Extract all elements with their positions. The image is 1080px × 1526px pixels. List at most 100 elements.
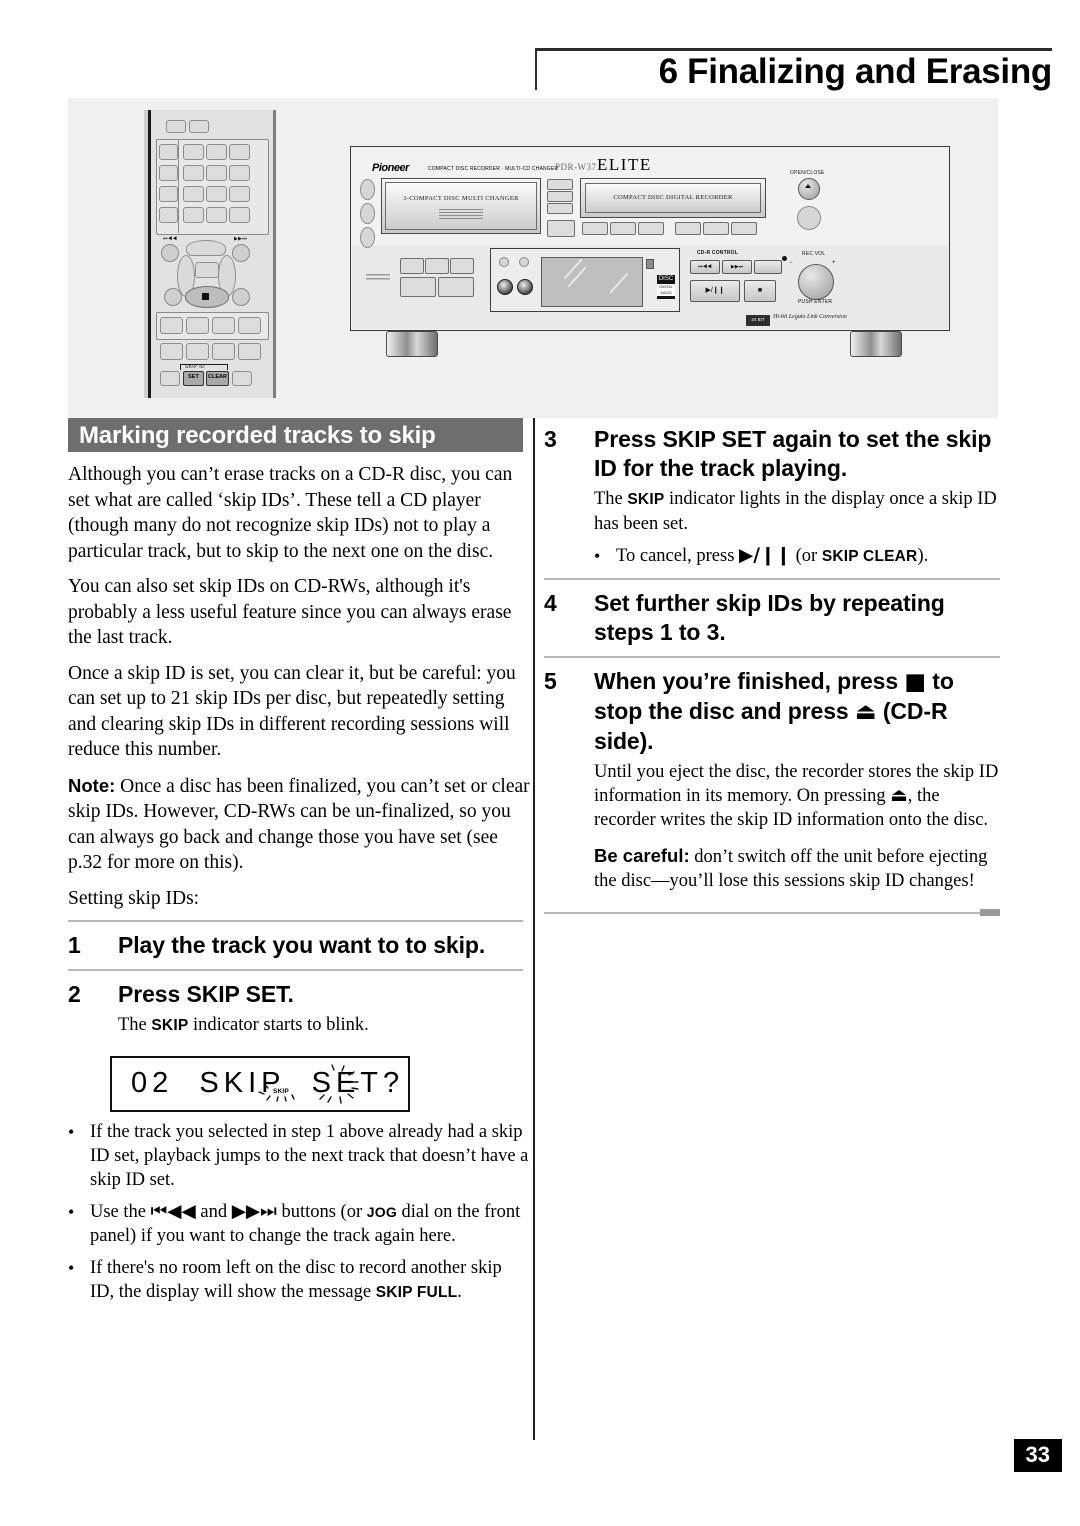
remote-skipid-aux-left <box>160 371 180 386</box>
changer-tray-inner: 3-COMPACT DISC MULTI CHANGER <box>385 182 537 230</box>
bullet-dot: • <box>68 1258 75 1278</box>
bullet-text: To cancel, press ▶/❙❙ (or SKIP CLEAR). <box>616 544 1000 569</box>
step-3-note: The SKIP indicator lights in the display… <box>594 487 1000 536</box>
step-3: 3 Press SKIP SET again to set the skip I… <box>544 425 1000 569</box>
step-1-number: 1 <box>68 932 81 958</box>
bullet-dot: • <box>68 1122 75 1142</box>
deck-panel-mini-btn <box>646 259 654 269</box>
lcd-glint-3 <box>609 272 629 294</box>
step-2-bullets: • If the track you selected in step 1 ab… <box>68 1120 530 1305</box>
note-paragraph: Note: Once a disc has been finalized, yo… <box>68 773 530 876</box>
deck-mid-button-4 <box>547 220 575 237</box>
deck-lcd-display <box>541 257 643 307</box>
rec-vol-minus: − <box>789 260 793 266</box>
deck-grille <box>366 274 390 282</box>
skip-indicator-term: SKIP <box>627 491 665 508</box>
remote-skipid-aux-right <box>232 371 252 386</box>
skip-forward-icon: ▶▶⏭ <box>234 236 248 242</box>
intro-paragraph-3: Once a skip ID is set, you can clear it,… <box>68 662 516 761</box>
deck-round-button <box>797 206 821 230</box>
step-3-bullet-mid: (or <box>791 546 822 566</box>
bullet-dot: • <box>68 1202 75 1222</box>
step-3-bullet-post: ). <box>917 546 929 566</box>
deck-lower-btn-5 <box>438 277 474 297</box>
section-title: Marking recorded tracks to skip <box>79 422 436 449</box>
rule-before-step-1 <box>68 920 523 922</box>
page-number-badge: 33 <box>1013 1439 1062 1472</box>
bullet-2-pre: Use the <box>90 1202 151 1222</box>
left-column: Marking recorded tracks to skip Although… <box>68 418 530 1305</box>
product-illustration: ⏮◀◀ ▶▶⏭ SKIP ID SET CLEAR Pioneer COMPAC… <box>68 98 998 418</box>
remote-control-illustration: ⏮◀◀ ▶▶⏭ SKIP ID SET CLEAR <box>138 110 288 398</box>
eject-icon <box>805 184 811 188</box>
remote-key-a3 <box>159 186 178 202</box>
step-5-title-pre: When you’re finished, press <box>594 668 905 694</box>
right-column: 3 Press SKIP SET again to set the skip I… <box>544 425 1000 893</box>
remote-key-e3 <box>229 207 250 223</box>
deck-brand-subtitle: COMPACT DISC RECORDER · MULTI-CD CHANGER <box>428 166 559 172</box>
hibit-text: Hi-bit Legato Link Conversion <box>773 314 847 320</box>
bullet-3-post: . <box>457 1282 462 1302</box>
remote-key-d1 <box>183 186 204 202</box>
step-2-number: 2 <box>68 981 81 1007</box>
rec-indicator-led <box>782 256 787 261</box>
remote-lower-key-2 <box>186 317 209 334</box>
remote-skip-id-bracket <box>180 364 228 370</box>
deck-panel-dot-1 <box>499 257 509 267</box>
remote-key-a4 <box>159 207 178 223</box>
remote-key-b1 <box>183 144 204 160</box>
remote-key-c1 <box>183 165 204 181</box>
deck-lower-btn-3 <box>450 258 474 274</box>
step-4: 4 Set further skip IDs by repeating step… <box>544 589 1000 647</box>
bullet-text: If the track you selected in step 1 abov… <box>90 1122 529 1190</box>
remote-key-b3 <box>229 144 250 160</box>
remote-lower-key-5 <box>160 343 183 360</box>
remote-cursor-up <box>186 240 226 256</box>
bullet-item: • If the track you selected in step 1 ab… <box>68 1120 530 1192</box>
step-3-number: 3 <box>544 426 557 452</box>
bullet-text: Use the ⏮◀◀ and ▶▶⏭ buttons (or JOG dial… <box>90 1200 530 1248</box>
changer-tray-label: 3-COMPACT DISC MULTI CHANGER <box>403 195 519 202</box>
deck-btn-r4 <box>675 222 701 235</box>
cdr-prev-button: ⏮◀◀ <box>690 260 720 274</box>
column-divider <box>533 418 535 1440</box>
deck-jack-1 <box>497 279 513 295</box>
skip-indicator-term: SKIP <box>151 1017 189 1034</box>
deck-display-panel: DISC DIGITAL AUDIO <box>490 248 680 312</box>
intro-paragraph-1: Although you can’t erase tracks on a CD-… <box>68 464 513 562</box>
setting-skip-ids-lead-in: Setting skip IDs: <box>68 887 200 909</box>
step-2-note-post: indicator starts to blink. <box>188 1015 369 1035</box>
step-1-title: Play the track you want to to skip. <box>118 932 486 958</box>
push-enter-label: PUSH ENTER <box>798 299 833 305</box>
bullet-item: • If there's no room left on the disc to… <box>68 1256 530 1305</box>
cdr-control-label: CD-R CONTROL <box>697 250 739 256</box>
step-5-note: Until you eject the disc, the recorder s… <box>594 760 1000 832</box>
remote-prev-button <box>161 244 179 262</box>
remote-skip-clear-button: CLEAR <box>206 371 229 386</box>
step-3-bullet-pre: To cancel, press <box>616 546 740 566</box>
remote-lower-key-4 <box>238 317 261 334</box>
remote-button-top-right <box>189 120 209 133</box>
lcd-glint-1 <box>563 258 583 280</box>
deck-jack-2 <box>517 279 533 295</box>
skip-clear-term: SKIP CLEAR <box>821 548 918 565</box>
remote-key-b2 <box>206 144 227 160</box>
remote-key-e1 <box>183 207 204 223</box>
deck-panel-dot-2 <box>519 257 529 267</box>
changer-tray: 3-COMPACT DISC MULTI CHANGER <box>381 178 541 234</box>
deck-btn-r2 <box>610 222 636 235</box>
header-corner-tick <box>535 48 537 90</box>
cdr-stop-button: ■ <box>744 280 776 302</box>
bullet-item: • To cancel, press ▶/❙❙ (or SKIP CLEAR). <box>594 544 1000 569</box>
remote-lower-key-7 <box>212 343 235 360</box>
remote-key-e2 <box>206 207 227 223</box>
step-3-title: Press SKIP SET again to set the skip ID … <box>594 426 992 481</box>
remote-key-a1 <box>159 144 178 160</box>
section-heading-bar: Marking recorded tracks to skip <box>68 418 523 452</box>
deck-mid-button-3 <box>547 203 573 214</box>
skip-forward-icon: ▶▶⏭ <box>231 1201 277 1222</box>
bottom-rule <box>544 912 984 914</box>
remote-lower-key-6 <box>186 343 209 360</box>
disc-logo-text: DIGITAL AUDIO <box>657 284 675 296</box>
remote-lower-key-8 <box>238 343 261 360</box>
